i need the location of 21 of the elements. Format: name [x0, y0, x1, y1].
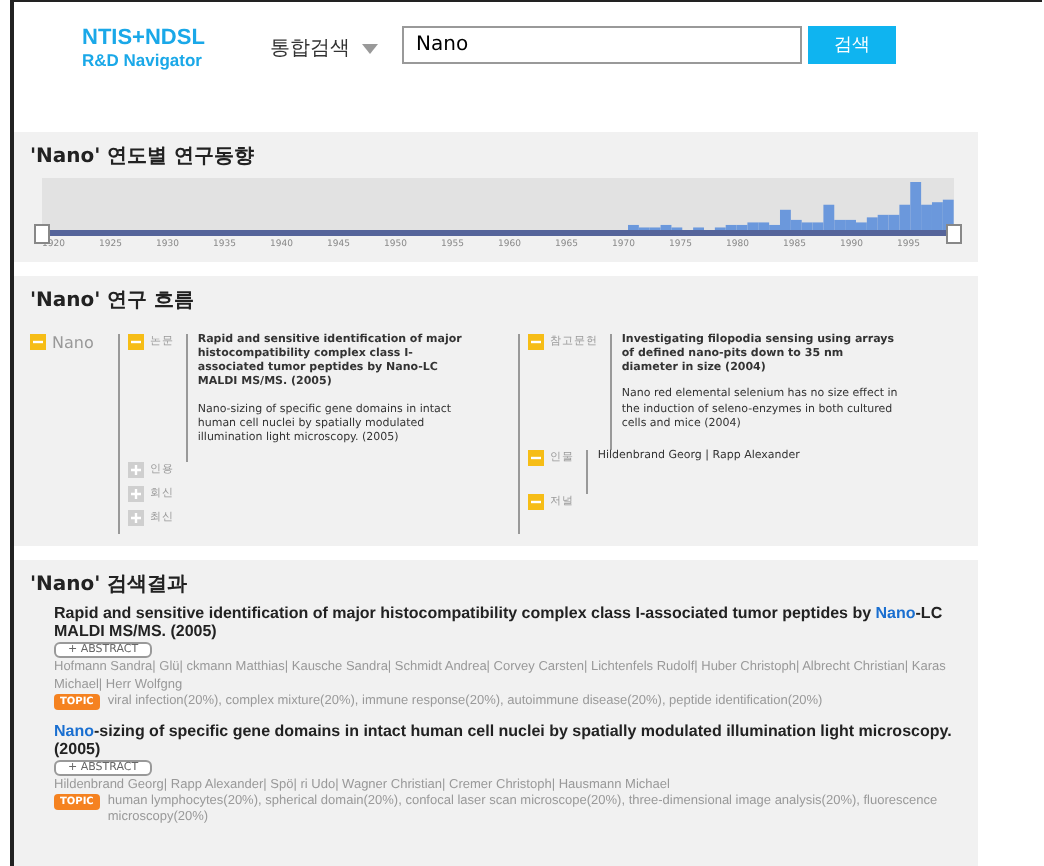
logo-subtitle[interactable]: R&D Navigator	[82, 50, 270, 70]
expand-icon[interactable]	[127, 486, 144, 502]
caret-icon[interactable]	[362, 44, 378, 54]
expand-icon[interactable]	[127, 510, 144, 526]
range-handle[interactable]	[946, 224, 962, 244]
result-title[interactable]: Nano-sizing of specific gene domains in intact human cell nuclei by spatially modulated illumination light microscopy. (2005)	[54, 721, 966, 759]
expand-icon[interactable]	[127, 462, 144, 478]
search-field[interactable]: Nano	[402, 26, 802, 64]
section-title: 'Nano' 연도별 연구동향	[30, 144, 257, 170]
collapse-icon[interactable]	[527, 450, 544, 466]
tree-node[interactable]: Nano	[52, 334, 94, 352]
section-title: 'Nano' 연구 흐름	[30, 288, 197, 314]
collapse-icon[interactable]	[527, 494, 544, 510]
collapse-icon[interactable]	[527, 334, 544, 350]
collapse-icon[interactable]	[30, 334, 46, 350]
search-button[interactable]: 검색	[808, 26, 896, 64]
scope-dropdown[interactable]: 통합검색	[270, 34, 350, 62]
section-title: 'Nano' 검색결과	[30, 572, 190, 598]
result-title[interactable]: Rapid and sensitive identification of major histocompatibility complex class I-associated tumor peptides by Nano-LC MALDI MS/MS. (2005)	[54, 604, 966, 641]
logo-title[interactable]: NTIS+NDSL	[82, 26, 270, 50]
collapse-icon[interactable]	[127, 334, 144, 350]
